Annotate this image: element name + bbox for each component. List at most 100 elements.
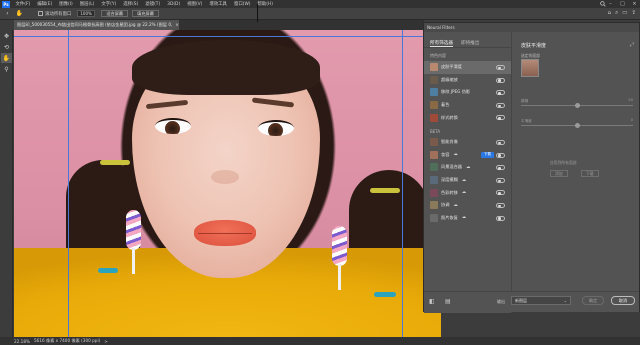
filter-toggle[interactable]: [496, 102, 505, 108]
photo-bangs: [132, 40, 320, 95]
menu-select[interactable]: 选择(S): [120, 1, 142, 7]
filter-label: 超级缩放: [441, 76, 458, 82]
cancel-button[interactable]: 取消: [611, 296, 635, 305]
filter-toggle[interactable]: [496, 190, 505, 196]
document-canvas[interactable]: [14, 30, 441, 337]
filter-toggle[interactable]: [496, 215, 505, 221]
filter-toggle[interactable]: [496, 77, 505, 83]
output-select[interactable]: 新图层 ⌄: [511, 296, 571, 305]
fill-screen-button[interactable]: 填充屏幕: [132, 10, 159, 17]
download-badge[interactable]: 下载: [481, 152, 494, 158]
filter-settings: 皮肤平滑度 ⤢ 选定的面部 模糊 50 平滑度 0 应用到所有面部 添加 下载: [513, 32, 639, 292]
search-icon[interactable]: ⌕: [615, 10, 618, 17]
filter-item[interactable]: 样式转换: [424, 111, 511, 124]
maximize-icon[interactable]: □: [619, 1, 626, 7]
blur-slider-value: 50: [628, 98, 633, 102]
search-icon[interactable]: [600, 1, 606, 7]
scroll-all-windows-label: 滚动所有窗口: [45, 11, 72, 17]
filter-thumbnail: [430, 113, 438, 122]
ok-button[interactable]: 确定: [582, 296, 604, 305]
status-arrow-icon[interactable]: >: [104, 339, 108, 344]
menu-view[interactable]: 视图(V): [184, 1, 206, 7]
menu-filter[interactable]: 滤镜(T): [142, 1, 164, 7]
filter-thumbnail: [430, 101, 438, 110]
menu-file[interactable]: 文件(F): [12, 1, 34, 7]
filter-item[interactable]: 妆容 ☁ 下载: [424, 149, 511, 162]
neural-filters-titlebar[interactable]: Neural Filters: [424, 23, 639, 32]
filter-thumbnail: [430, 150, 438, 159]
fit-screen-button[interactable]: 适合屏幕: [101, 10, 129, 17]
document-tab[interactable]: 图层印_500030554_布链出信同马格骨抗高图 (依店金星团.jpg @ 2…: [14, 20, 179, 30]
output-select-value: 新图层: [515, 298, 527, 303]
slider-handle[interactable]: [574, 103, 580, 108]
photo-lip-line: [198, 233, 252, 234]
zoom-tool-icon[interactable]: ⚲: [1, 64, 12, 74]
filter-item[interactable]: 照片恢复 ☁: [424, 212, 511, 225]
blur-slider[interactable]: 模糊 50: [521, 98, 633, 108]
filter-item[interactable]: 风景混合器 ☁: [424, 161, 511, 174]
filter-toggle[interactable]: [496, 90, 505, 96]
apply-all-faces-label[interactable]: 应用到所有面部: [550, 160, 577, 166]
menu-layer[interactable]: 图层(L): [76, 1, 98, 7]
guide-line[interactable]: [402, 30, 403, 337]
filter-label: 移除 JPEG 伪影: [441, 89, 471, 95]
filter-toggle[interactable]: [496, 177, 505, 183]
filter-item[interactable]: 超级缩放: [424, 74, 511, 87]
menu-type[interactable]: 文字(Y): [98, 1, 120, 7]
filter-toggle[interactable]: [496, 139, 505, 145]
expand-icon[interactable]: ⤢: [630, 42, 634, 48]
menu-image[interactable]: 图像(I): [56, 1, 77, 7]
app-logo: Ps: [2, 0, 10, 8]
slider-handle[interactable]: [574, 123, 580, 128]
filter-section-heading: 特色内容: [430, 53, 446, 58]
menu-window[interactable]: 窗口(W): [230, 1, 254, 7]
menu-plugins[interactable]: 增效工具: [206, 1, 231, 7]
filter-item[interactable]: 移除 JPEG 伪影: [424, 86, 511, 99]
filter-item[interactable]: 智能肖像: [424, 136, 511, 149]
menu-edit[interactable]: 编辑(E): [34, 1, 56, 7]
show-original-icon[interactable]: ▤: [445, 298, 452, 305]
filter-label: 智能肖像: [441, 139, 458, 145]
close-icon[interactable]: ×: [631, 1, 638, 7]
face-thumbnail[interactable]: [521, 59, 539, 77]
photo-candy-stick-right: [338, 264, 341, 290]
filter-item[interactable]: 皮肤平滑度: [424, 61, 511, 74]
tab-all-filters[interactable]: 所有筛选器: [430, 40, 453, 47]
menu-3d[interactable]: 3D(D): [164, 2, 184, 7]
back-icon[interactable]: ‹: [3, 9, 12, 18]
add-button[interactable]: 添加: [550, 170, 568, 177]
move-tool-icon[interactable]: ✥: [1, 31, 12, 41]
scroll-all-windows-checkbox[interactable]: [38, 11, 43, 16]
options-bar: ‹ ✋ 滚动所有窗口 100% 适合屏幕 填充屏幕 ⌂ ⌕ ▭ ⇪: [0, 8, 640, 20]
filter-item[interactable]: 协调 ☁: [424, 199, 511, 212]
filter-label: 协调: [441, 202, 450, 208]
smoothness-slider[interactable]: 平滑度 0: [521, 118, 633, 128]
filter-thumbnail: [430, 201, 438, 210]
filter-toggle[interactable]: [496, 165, 505, 171]
layer-preview-icon[interactable]: ◧: [429, 298, 436, 305]
filter-toggle[interactable]: [496, 202, 505, 208]
minimize-icon[interactable]: –: [607, 1, 614, 7]
photo-hairtie-left: [100, 160, 130, 165]
zoom-input[interactable]: 100%: [77, 10, 96, 17]
filter-toggle[interactable]: [496, 115, 505, 121]
workspace-icon[interactable]: ▭: [622, 10, 627, 17]
hand-tool-icon[interactable]: ✋: [15, 9, 24, 18]
guide-line[interactable]: [68, 30, 69, 337]
home-icon[interactable]: ⌂: [608, 10, 612, 17]
filter-item[interactable]: 着色: [424, 99, 511, 112]
tab-coming-soon[interactable]: 即将推出: [461, 40, 479, 47]
hand-tool-icon[interactable]: ✋: [1, 53, 12, 63]
filter-thumbnail: [430, 88, 438, 97]
close-icon[interactable]: ×: [175, 23, 179, 28]
filter-list: 所有筛选器 即将推出 特色内容皮肤平滑度超级缩放移除 JPEG 伪影着色 样式转换…: [424, 32, 512, 313]
filter-toggle[interactable]: [496, 65, 505, 70]
status-zoom[interactable]: 22.18%: [14, 339, 30, 344]
download-button[interactable]: 下载: [581, 170, 599, 177]
share-icon[interactable]: ⇪: [631, 10, 636, 17]
rotate-view-icon[interactable]: ⟲: [1, 42, 12, 52]
filter-toggle[interactable]: [496, 152, 505, 158]
filter-item[interactable]: 色彩转移 ☁: [424, 186, 511, 199]
guide-line[interactable]: [14, 36, 441, 37]
filter-item[interactable]: 深度模糊 ☁: [424, 174, 511, 187]
